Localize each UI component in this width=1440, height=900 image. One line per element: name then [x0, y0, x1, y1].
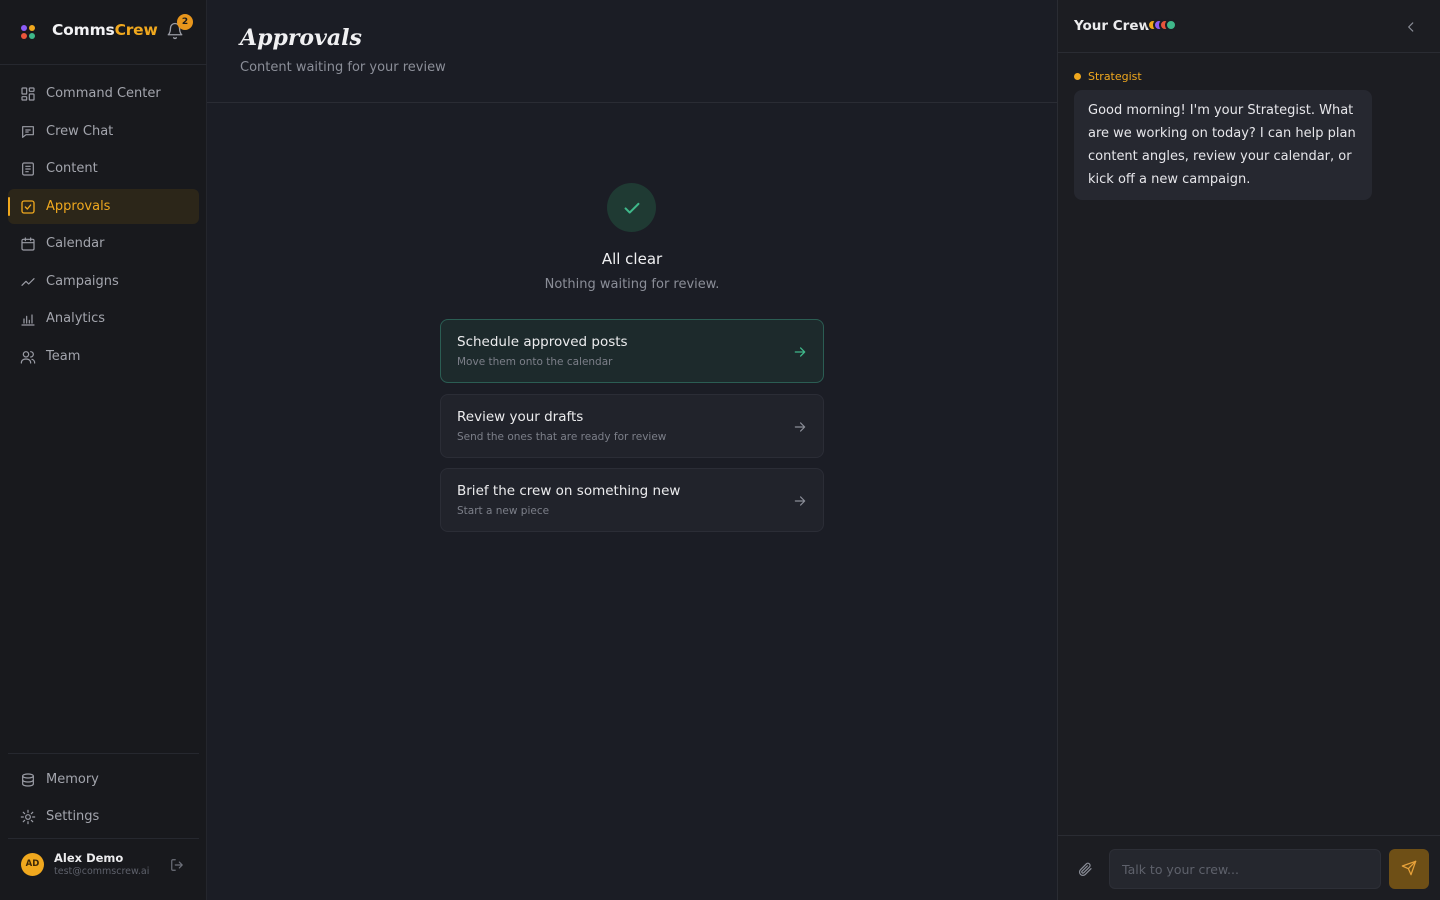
page-header: Approvals Content waiting for your revie…	[207, 0, 1057, 103]
paperclip-icon[interactable]	[1077, 861, 1093, 877]
card-subtitle: Move them onto the calendar	[457, 356, 613, 368]
sidebar-divider	[8, 838, 199, 839]
card-title: Brief the crew on something new	[457, 483, 681, 499]
app-name-main: Comms	[52, 21, 115, 39]
card-title: Schedule approved posts	[457, 334, 628, 350]
main-content: Approvals Content waiting for your revie…	[207, 0, 1057, 900]
chevron-left-icon[interactable]	[1404, 19, 1418, 33]
database-icon	[20, 772, 36, 788]
sidebar-item-settings[interactable]: Settings	[8, 799, 199, 834]
logout-icon[interactable]	[170, 857, 184, 871]
brief-crew-card[interactable]: Brief the crew on something new Start a …	[440, 468, 824, 532]
send-button[interactable]	[1389, 849, 1429, 889]
success-check-icon	[607, 183, 656, 232]
sidebar-item-memory[interactable]: Memory	[8, 762, 199, 797]
sidebar-item-label: Team	[46, 349, 81, 364]
sidebar-item-label: Settings	[46, 809, 100, 824]
user-name: Alex Demo	[54, 851, 124, 865]
sidebar-item-label: Analytics	[46, 311, 106, 326]
send-icon	[1401, 860, 1417, 879]
arrow-right-icon	[793, 493, 807, 507]
sidebar-item-content[interactable]: Content	[8, 151, 199, 186]
gear-icon	[20, 809, 36, 825]
sidebar-item-label: Campaigns	[46, 274, 119, 289]
sidebar-item-approvals[interactable]: Approvals	[8, 189, 199, 224]
logo-icon	[21, 25, 35, 39]
sidebar-item-label: Calendar	[46, 236, 105, 251]
card-subtitle: Send the ones that are ready for review	[457, 431, 667, 443]
sidebar: CommsCrew 2 Command Center Crew Chat Con…	[0, 0, 207, 900]
sidebar-item-team[interactable]: Team	[8, 339, 199, 374]
sidebar-item-command-center[interactable]: Command Center	[8, 76, 199, 111]
agent-name: Strategist	[1088, 70, 1142, 83]
checkbox-icon	[20, 199, 36, 215]
arrow-right-icon	[793, 419, 807, 433]
arrow-right-icon	[793, 344, 807, 358]
calendar-icon	[20, 236, 36, 252]
sidebar-item-label: Content	[46, 161, 98, 176]
crew-avatars	[1147, 19, 1181, 33]
sidebar-divider	[8, 753, 199, 754]
page-subtitle: Content waiting for your review	[240, 60, 446, 75]
agent-label: Strategist	[1074, 70, 1142, 83]
card-subtitle: Start a new piece	[457, 505, 550, 517]
sidebar-item-label: Memory	[46, 772, 99, 787]
users-icon	[20, 349, 36, 365]
sidebar-item-label: Command Center	[46, 86, 161, 101]
chat-message-bubble: Good morning! I'm your Strategist. What …	[1074, 90, 1372, 200]
review-drafts-card[interactable]: Review your drafts Send the ones that ar…	[440, 394, 824, 458]
avatar[interactable]: AD	[21, 853, 44, 876]
sidebar-item-label: Approvals	[46, 199, 111, 214]
page-title: Approvals	[240, 25, 362, 51]
notification-badge: 2	[177, 14, 193, 30]
chat-input[interactable]	[1109, 849, 1381, 889]
user-profile: AD Alex Demo test@commscrew.ai	[0, 840, 207, 900]
user-email: test@commscrew.ai	[54, 866, 150, 877]
crew-header: Your Crew	[1058, 0, 1440, 53]
app-name-accent: Crew	[114, 21, 158, 39]
crew-panel: Your Crew Strategist Good morning! I'm y…	[1057, 0, 1440, 900]
crew-title: Your Crew	[1074, 18, 1151, 34]
chat-icon	[20, 124, 36, 140]
card-title: Review your drafts	[457, 409, 584, 425]
crew-avatar-dot	[1165, 19, 1177, 31]
dashboard-icon	[20, 86, 36, 102]
sidebar-item-calendar[interactable]: Calendar	[8, 226, 199, 261]
brand-header: CommsCrew 2	[0, 0, 207, 65]
sidebar-item-label: Crew Chat	[46, 124, 114, 139]
sidebar-item-campaigns[interactable]: Campaigns	[8, 264, 199, 299]
empty-state-title: All clear	[601, 250, 663, 268]
chat-composer	[1058, 835, 1440, 900]
document-icon	[20, 161, 36, 177]
schedule-approved-posts-card[interactable]: Schedule approved posts Move them onto t…	[440, 319, 824, 383]
agent-status-dot	[1074, 73, 1081, 80]
sidebar-item-analytics[interactable]: Analytics	[8, 301, 199, 336]
bar-chart-icon	[20, 311, 36, 327]
empty-state-subtitle: Nothing waiting for review.	[544, 277, 720, 292]
app-name: CommsCrew	[52, 21, 158, 39]
trend-icon	[20, 274, 36, 290]
sidebar-item-crew-chat[interactable]: Crew Chat	[8, 114, 199, 149]
